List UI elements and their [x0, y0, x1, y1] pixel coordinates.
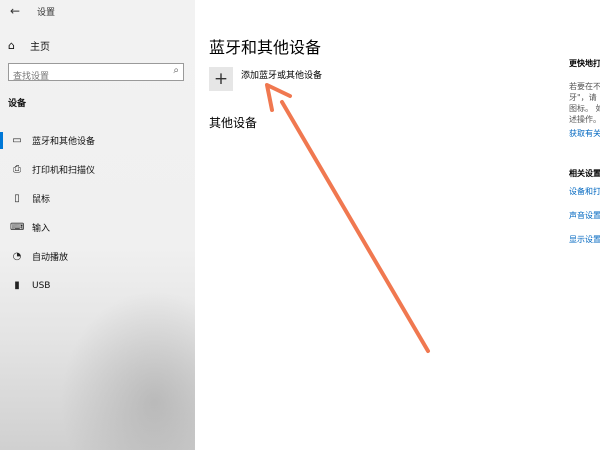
sidebar-item-home[interactable]: ⌂ 主页: [8, 38, 50, 53]
add-device-row[interactable]: + 添加蓝牙或其他设备: [209, 67, 322, 91]
quick-help-link[interactable]: 获取有关: [569, 128, 600, 139]
sidebar-item-printers[interactable]: ⎙ 打印机和扫描仪: [0, 155, 195, 184]
search-input[interactable]: [9, 69, 163, 85]
add-device-label[interactable]: 添加蓝牙或其他设备: [241, 68, 322, 81]
printer-icon: ⎙: [13, 164, 21, 175]
back-arrow-icon[interactable]: ←: [10, 4, 20, 18]
sidebar-shadow-decoration: [60, 290, 195, 450]
autoplay-icon: ◔: [12, 251, 22, 262]
mouse-icon: ▯: [14, 193, 20, 204]
main-content: 蓝牙和其他设备 + 添加蓝牙或其他设备 其他设备: [195, 0, 600, 450]
sidebar-item-bluetooth[interactable]: ▭ 蓝牙和其他设备: [0, 126, 195, 155]
quick-text-line: 述操作。: [569, 115, 600, 124]
window-title: 设置: [37, 8, 56, 18]
sidebar-item-typing[interactable]: ⌨ 输入: [0, 213, 195, 242]
sidebar-item-usb[interactable]: ▮ USB: [0, 271, 195, 300]
related-settings-heading: 相关设置: [569, 169, 600, 178]
sidebar-item-label: 自动播放: [32, 253, 69, 263]
sidebar-item-label: 鼠标: [32, 195, 51, 205]
home-icon: ⌂: [8, 39, 15, 52]
search-box[interactable]: ⌕: [8, 63, 184, 85]
related-link-display[interactable]: 显示设置: [569, 234, 600, 245]
page-title: 蓝牙和其他设备: [209, 38, 322, 57]
sidebar-item-autoplay[interactable]: ◔ 自动播放: [0, 242, 195, 271]
sidebar-item-label: 输入: [32, 224, 51, 234]
bluetooth-icon: ▭: [12, 135, 22, 146]
sidebar-item-mouse[interactable]: ▯ 鼠标: [0, 184, 195, 213]
other-devices-heading: 其他设备: [209, 116, 258, 130]
sidebar-item-label: 蓝牙和其他设备: [32, 137, 96, 147]
search-icon[interactable]: ⌕: [173, 65, 179, 76]
quick-text-line: 图标。 如: [569, 104, 600, 113]
related-link-devices-printers[interactable]: 设备和打: [569, 186, 600, 197]
sidebar-nav: ▭ 蓝牙和其他设备 ⎙ 打印机和扫描仪 ▯ 鼠标 ⌨ 输入 ◔ 自动播放 ▮ U…: [0, 126, 195, 300]
quick-text-line: 牙"，请: [569, 93, 597, 102]
section-heading-devices: 设备: [8, 99, 27, 109]
quick-heading: 更快地打: [569, 59, 600, 68]
right-panel: 更快地打 若要在不 牙"，请 图标。 如 述操作。 获取有关 相关设置 设备和打…: [569, 58, 600, 245]
sidebar: ← 设置 ⌂ 主页 ⌕ 设备 ▭ 蓝牙和其他设备 ⎙ 打印机和扫描仪 ▯ 鼠标 …: [0, 0, 195, 450]
quick-text-line: 若要在不: [569, 82, 600, 91]
usb-icon: ▮: [14, 280, 20, 291]
home-label: 主页: [30, 42, 50, 53]
sidebar-item-label: 打印机和扫描仪: [32, 166, 96, 176]
sidebar-item-label: USB: [32, 280, 51, 291]
keyboard-icon: ⌨: [10, 222, 25, 233]
plus-icon: +: [213, 68, 229, 89]
add-device-button[interactable]: +: [209, 67, 233, 91]
related-link-sound[interactable]: 声音设置: [569, 210, 600, 221]
